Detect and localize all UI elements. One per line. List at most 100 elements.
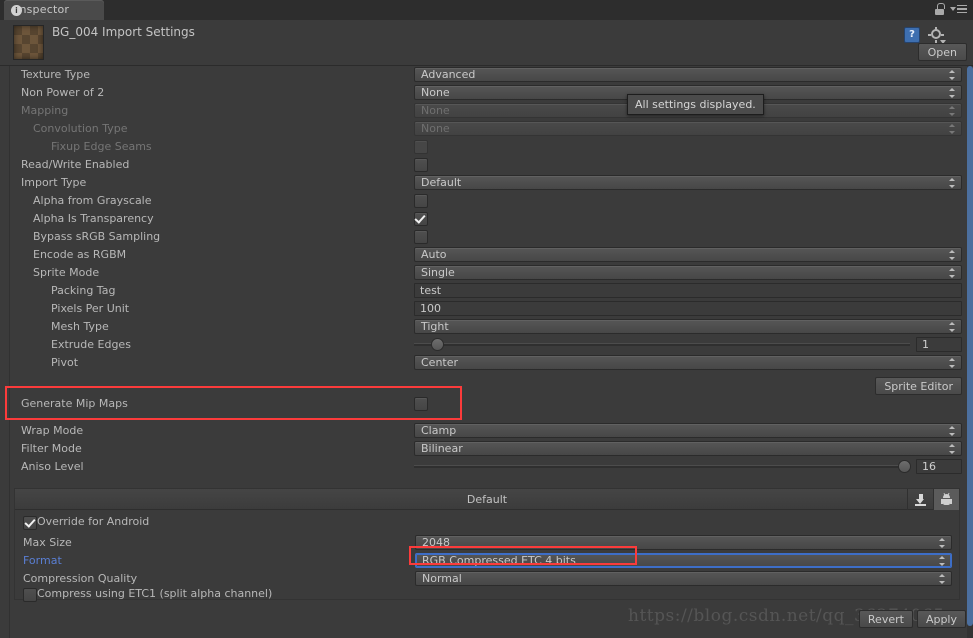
- value-dropdown[interactable]: RGB Compressed ETC 4 bits: [415, 553, 952, 568]
- row-filter-mode: Filter Mode Bilinear: [0, 440, 973, 458]
- open-button[interactable]: Open: [917, 43, 967, 61]
- chevron-updown-icon: [949, 249, 956, 261]
- row-label: Format: [23, 554, 62, 567]
- slider[interactable]: [414, 338, 910, 351]
- tab-inspector-label: Inspector: [16, 3, 70, 16]
- footer-buttons: Revert Apply: [858, 610, 966, 628]
- row-label: Mapping: [21, 104, 69, 117]
- chevron-updown-icon: [949, 177, 956, 189]
- row-mesh-type: Mesh Type Tight: [0, 318, 973, 336]
- tab-inspector[interactable]: i Inspector: [4, 0, 104, 20]
- apply-button[interactable]: Apply: [916, 610, 966, 628]
- row-label: Max Size: [23, 536, 72, 549]
- row-label: Filter Mode: [21, 442, 82, 455]
- revert-button[interactable]: Revert: [858, 610, 913, 628]
- row-alpha-is-transparency: Alpha Is Transparency: [0, 210, 973, 228]
- value-dropdown[interactable]: Center: [414, 355, 962, 370]
- help-book-icon[interactable]: ?: [904, 27, 920, 43]
- row-mapping: Mapping None: [0, 102, 973, 120]
- dropdown-value: Advanced: [421, 68, 476, 81]
- text-input[interactable]: 100: [414, 301, 962, 316]
- dropdown-value: 2048: [422, 536, 450, 549]
- download-icon: [915, 493, 926, 506]
- row-label: Aniso Level: [21, 460, 84, 473]
- dropdown-value: Auto: [421, 248, 447, 261]
- row-label: Pivot: [51, 356, 79, 369]
- value-dropdown[interactable]: Single: [414, 265, 962, 280]
- row-packing-tag: Packing Tag test: [0, 282, 973, 300]
- inspector-window: i Inspector BG_004 Import Settings ? Ope…: [0, 0, 973, 638]
- properties-panel: Texture Type Advanced Non Power of 2 None Ma…: [0, 66, 973, 638]
- row-alpha-from-grayscale: Alpha from Grayscale: [0, 192, 973, 210]
- dropdown-value: None: [421, 122, 450, 135]
- slider-value[interactable]: 1: [916, 337, 962, 352]
- hamburger-menu-icon[interactable]: [950, 4, 967, 14]
- platform-tab-default[interactable]: [907, 489, 933, 510]
- dropdown-value: Bilinear: [421, 442, 463, 455]
- row-checkbox[interactable]: [414, 158, 428, 172]
- platform-tabs: [907, 489, 959, 510]
- dropdown-value: Normal: [422, 572, 462, 585]
- row-label: Mesh Type: [51, 320, 109, 333]
- chevron-updown-icon: [949, 123, 956, 135]
- row-pixels-per-unit: Pixels Per Unit 100: [0, 300, 973, 318]
- chevron-updown-icon: [949, 357, 956, 369]
- dropdown-value: Clamp: [421, 424, 457, 437]
- slider-knob[interactable]: [897, 460, 911, 473]
- tab-strip: i Inspector: [0, 0, 973, 21]
- row-label: Sprite Mode: [33, 266, 100, 279]
- value-dropdown[interactable]: Auto: [414, 247, 962, 262]
- slider-value[interactable]: 16: [916, 459, 962, 474]
- value-dropdown[interactable]: Clamp: [414, 423, 962, 438]
- texture-thumbnail: [13, 25, 44, 60]
- row-read-write-enabled: Read/Write Enabled: [0, 156, 973, 174]
- slider-knob[interactable]: [431, 338, 444, 351]
- value-dropdown[interactable]: Default: [414, 175, 962, 190]
- header-icons: ?: [904, 27, 946, 44]
- slider[interactable]: [414, 460, 911, 473]
- row-label: Encode as RGBM: [33, 248, 127, 261]
- value-dropdown[interactable]: Bilinear: [414, 441, 962, 456]
- dropdown-value: Default: [421, 176, 462, 189]
- chevron-updown-icon: [939, 573, 946, 585]
- row-label: Convolution Type: [33, 122, 128, 135]
- value-dropdown[interactable]: Advanced: [414, 67, 962, 82]
- compress-using-etc1-label: Compress using ETC1 (split alpha channel…: [37, 587, 273, 600]
- row-sprite-mode: Sprite Mode Single: [0, 264, 973, 282]
- value-dropdown[interactable]: 2048: [415, 535, 952, 550]
- row-label: Fixup Edge Seams: [51, 140, 152, 153]
- sprite-editor-button[interactable]: Sprite Editor: [875, 377, 962, 395]
- row-checkbox[interactable]: [414, 140, 428, 154]
- row-aniso-level: Aniso Level 16: [0, 458, 973, 476]
- dropdown-value: RGB Compressed ETC 4 bits: [422, 554, 576, 567]
- compress-using-etc1-checkbox[interactable]: [23, 588, 37, 602]
- chevron-updown-icon: [939, 537, 946, 549]
- text-input[interactable]: test: [414, 283, 962, 298]
- row-checkbox[interactable]: [414, 230, 428, 244]
- chevron-updown-icon: [939, 555, 946, 567]
- scrollbar-thumb[interactable]: [967, 66, 973, 626]
- row-label: Texture Type: [21, 68, 91, 81]
- value-dropdown[interactable]: None: [414, 121, 962, 136]
- value-dropdown[interactable]: Normal: [415, 571, 952, 586]
- page-title: BG_004 Import Settings: [52, 25, 195, 39]
- dropdown-value: Center: [421, 356, 459, 369]
- row-bypass-srgb-sampling: Bypass sRGB Sampling: [0, 228, 973, 246]
- row-label: Pixels Per Unit: [51, 302, 130, 315]
- row-checkbox[interactable]: [414, 212, 428, 226]
- override-for-android-checkbox[interactable]: [23, 516, 37, 530]
- platform-default-label: Default: [466, 492, 508, 506]
- platform-tab-android[interactable]: [933, 489, 959, 510]
- lock-icon[interactable]: [935, 3, 945, 15]
- chevron-updown-icon: [949, 87, 956, 99]
- chevron-updown-icon: [949, 321, 956, 333]
- value-dropdown[interactable]: Tight: [414, 319, 962, 334]
- vertical-scrollbar[interactable]: [967, 66, 973, 638]
- row-checkbox[interactable]: [414, 194, 428, 208]
- generate-mip-maps-checkbox[interactable]: [414, 397, 428, 411]
- row-label: Alpha from Grayscale: [33, 194, 152, 207]
- row-texture-type: Texture Type Advanced: [0, 66, 973, 84]
- row-label: Generate Mip Maps: [21, 397, 128, 410]
- gear-icon[interactable]: [928, 27, 946, 44]
- chevron-updown-icon: [949, 267, 956, 279]
